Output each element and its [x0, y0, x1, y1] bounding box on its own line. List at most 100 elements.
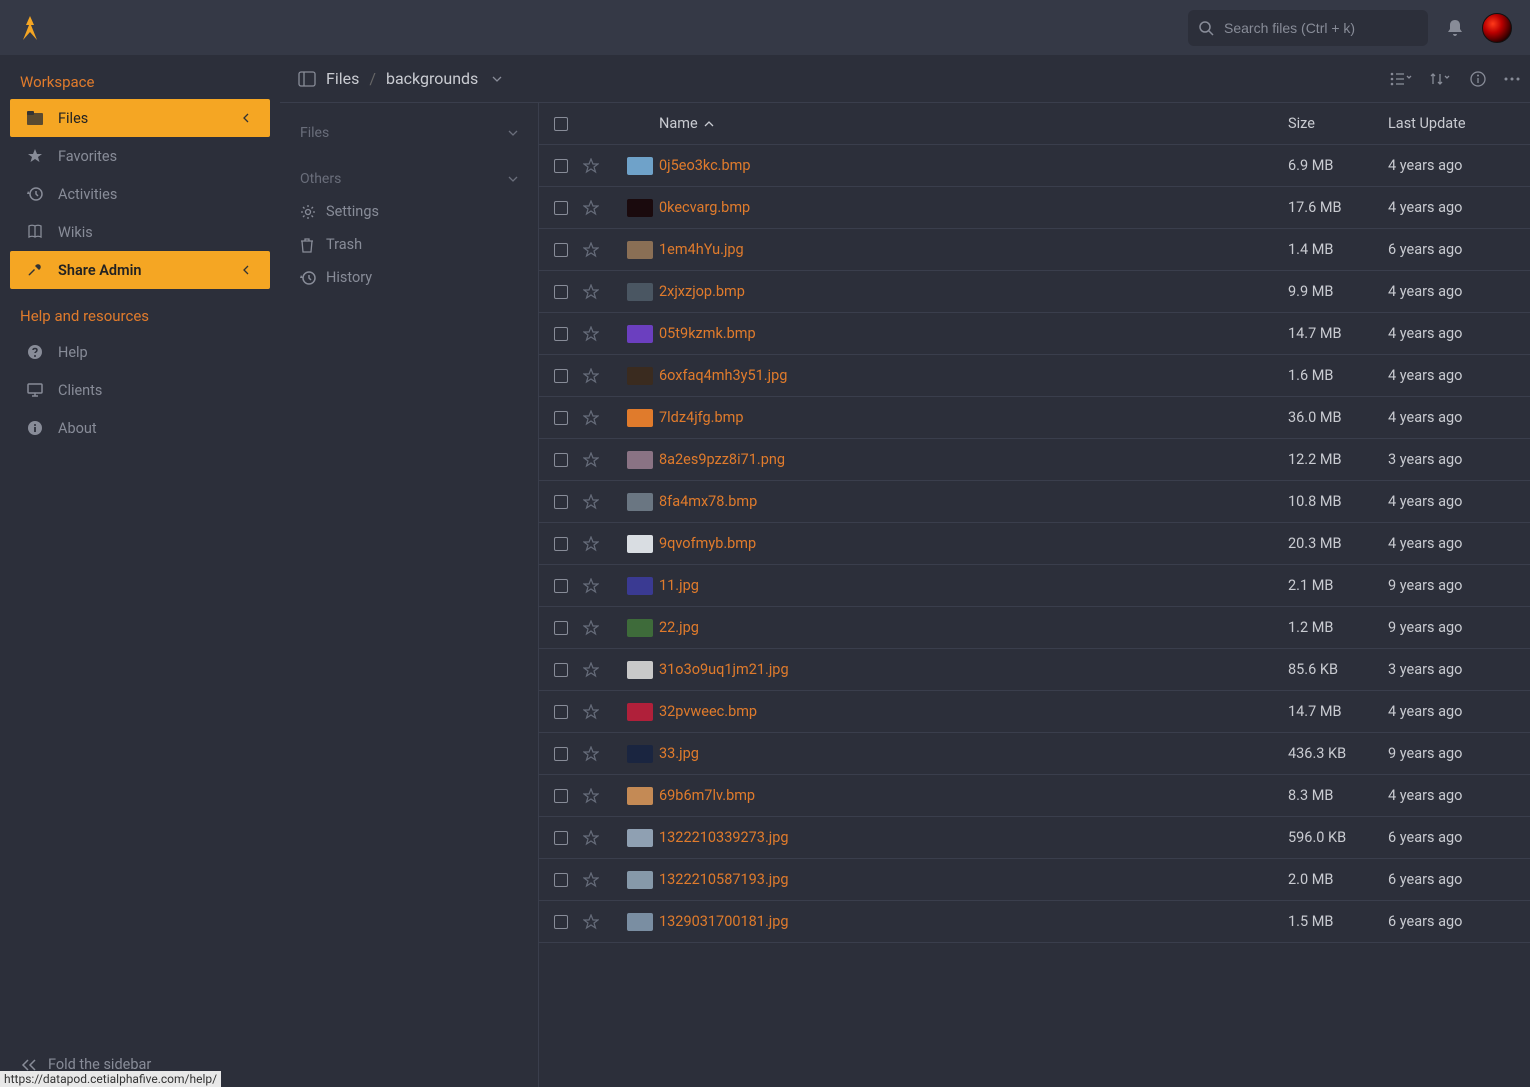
column-header-name[interactable]: Name: [659, 115, 1288, 132]
star-icon[interactable]: [583, 368, 621, 384]
file-row[interactable]: 7ldz4jfg.bmp36.0 MB4 years ago: [539, 397, 1530, 439]
info-icon[interactable]: [1470, 71, 1486, 87]
file-name[interactable]: 2xjxzjop.bmp: [659, 283, 1288, 300]
sidebar-item-help[interactable]: Help: [0, 333, 280, 371]
file-row[interactable]: 1em4hYu.jpg1.4 MB6 years ago: [539, 229, 1530, 271]
file-row[interactable]: 11.jpg2.1 MB9 years ago: [539, 565, 1530, 607]
notifications-icon[interactable]: [1446, 19, 1464, 37]
star-icon[interactable]: [583, 536, 621, 552]
file-name[interactable]: 1322210339273.jpg: [659, 829, 1288, 846]
file-row[interactable]: 1322210339273.jpg596.0 KB6 years ago: [539, 817, 1530, 859]
file-name[interactable]: 1322210587193.jpg: [659, 871, 1288, 888]
file-name[interactable]: 8a2es9pzz8i71.png: [659, 451, 1288, 468]
file-row[interactable]: 31o3o9uq1jm21.jpg85.6 KB3 years ago: [539, 649, 1530, 691]
file-row[interactable]: 05t9kzmk.bmp14.7 MB4 years ago: [539, 313, 1530, 355]
breadcrumb-current[interactable]: backgrounds: [386, 69, 478, 88]
star-icon[interactable]: [583, 158, 621, 174]
file-name[interactable]: 0j5eo3kc.bmp: [659, 157, 1288, 174]
row-checkbox[interactable]: [554, 789, 568, 803]
star-icon[interactable]: [583, 410, 621, 426]
secondary-item-trash[interactable]: Trash: [294, 228, 524, 261]
row-checkbox[interactable]: [554, 663, 568, 677]
file-row[interactable]: 9qvofmyb.bmp20.3 MB4 years ago: [539, 523, 1530, 565]
sidebar-item-about[interactable]: About: [0, 409, 280, 447]
more-icon[interactable]: [1504, 77, 1520, 81]
file-name[interactable]: 7ldz4jfg.bmp: [659, 409, 1288, 426]
star-icon[interactable]: [583, 326, 621, 342]
star-icon[interactable]: [583, 620, 621, 636]
search-input[interactable]: [1224, 20, 1418, 36]
row-checkbox[interactable]: [554, 705, 568, 719]
file-name[interactable]: 6oxfaq4mh3y51.jpg: [659, 367, 1288, 384]
star-icon[interactable]: [583, 914, 621, 930]
row-checkbox[interactable]: [554, 915, 568, 929]
row-checkbox[interactable]: [554, 411, 568, 425]
file-row[interactable]: 2xjxzjop.bmp9.9 MB4 years ago: [539, 271, 1530, 313]
star-icon[interactable]: [583, 200, 621, 216]
select-all-checkbox[interactable]: [554, 117, 568, 131]
file-row[interactable]: 33.jpg436.3 KB9 years ago: [539, 733, 1530, 775]
secondary-item-history[interactable]: History: [294, 261, 524, 294]
row-checkbox[interactable]: [554, 579, 568, 593]
file-name[interactable]: 32pvweec.bmp: [659, 703, 1288, 720]
file-row[interactable]: 8a2es9pzz8i71.png12.2 MB3 years ago: [539, 439, 1530, 481]
file-name[interactable]: 8fa4mx78.bmp: [659, 493, 1288, 510]
sidebar-item-favorites[interactable]: Favorites: [0, 137, 280, 175]
secondary-files-header[interactable]: Files: [294, 117, 524, 149]
file-row[interactable]: 0j5eo3kc.bmp6.9 MB4 years ago: [539, 145, 1530, 187]
search-box[interactable]: [1188, 10, 1428, 46]
file-row[interactable]: 6oxfaq4mh3y51.jpg1.6 MB4 years ago: [539, 355, 1530, 397]
row-checkbox[interactable]: [554, 285, 568, 299]
row-checkbox[interactable]: [554, 369, 568, 383]
file-row[interactable]: 8fa4mx78.bmp10.8 MB4 years ago: [539, 481, 1530, 523]
sidebar-item-activities[interactable]: Activities: [0, 175, 280, 213]
row-checkbox[interactable]: [554, 327, 568, 341]
sidebar-item-wikis[interactable]: Wikis: [0, 213, 280, 251]
star-icon[interactable]: [583, 788, 621, 804]
secondary-others-header[interactable]: Others: [294, 163, 524, 195]
row-checkbox[interactable]: [554, 873, 568, 887]
star-icon[interactable]: [583, 494, 621, 510]
star-icon[interactable]: [583, 872, 621, 888]
secondary-item-settings[interactable]: Settings: [294, 195, 524, 228]
column-header-date[interactable]: Last Update: [1388, 115, 1518, 132]
star-icon[interactable]: [583, 284, 621, 300]
file-name[interactable]: 9qvofmyb.bmp: [659, 535, 1288, 552]
file-name[interactable]: 11.jpg: [659, 577, 1288, 594]
star-icon[interactable]: [583, 746, 621, 762]
row-checkbox[interactable]: [554, 831, 568, 845]
file-name[interactable]: 1em4hYu.jpg: [659, 241, 1288, 258]
file-name[interactable]: 33.jpg: [659, 745, 1288, 762]
star-icon[interactable]: [583, 452, 621, 468]
file-row[interactable]: 1322210587193.jpg2.0 MB6 years ago: [539, 859, 1530, 901]
chevron-down-icon[interactable]: [492, 75, 502, 83]
file-name[interactable]: 05t9kzmk.bmp: [659, 325, 1288, 342]
row-checkbox[interactable]: [554, 621, 568, 635]
star-icon[interactable]: [583, 704, 621, 720]
star-icon[interactable]: [583, 578, 621, 594]
file-row[interactable]: 22.jpg1.2 MB9 years ago: [539, 607, 1530, 649]
file-name[interactable]: 0kecvarg.bmp: [659, 199, 1288, 216]
column-header-size[interactable]: Size: [1288, 115, 1388, 132]
file-name[interactable]: 22.jpg: [659, 619, 1288, 636]
avatar[interactable]: [1482, 13, 1512, 43]
app-logo[interactable]: [18, 14, 42, 42]
row-checkbox[interactable]: [554, 159, 568, 173]
sidebar-item-clients[interactable]: Clients: [0, 371, 280, 409]
file-name[interactable]: 1329031700181.jpg: [659, 913, 1288, 930]
file-row[interactable]: 1329031700181.jpg1.5 MB6 years ago: [539, 901, 1530, 943]
file-row[interactable]: 0kecvarg.bmp17.6 MB4 years ago: [539, 187, 1530, 229]
row-checkbox[interactable]: [554, 201, 568, 215]
row-checkbox[interactable]: [554, 453, 568, 467]
file-name[interactable]: 69b6m7lv.bmp: [659, 787, 1288, 804]
breadcrumb-root[interactable]: Files: [326, 69, 359, 88]
file-row[interactable]: 69b6m7lv.bmp8.3 MB4 years ago: [539, 775, 1530, 817]
file-row[interactable]: 32pvweec.bmp14.7 MB4 years ago: [539, 691, 1530, 733]
star-icon[interactable]: [583, 662, 621, 678]
star-icon[interactable]: [583, 830, 621, 846]
star-icon[interactable]: [583, 242, 621, 258]
row-checkbox[interactable]: [554, 495, 568, 509]
row-checkbox[interactable]: [554, 243, 568, 257]
row-checkbox[interactable]: [554, 747, 568, 761]
file-name[interactable]: 31o3o9uq1jm21.jpg: [659, 661, 1288, 678]
